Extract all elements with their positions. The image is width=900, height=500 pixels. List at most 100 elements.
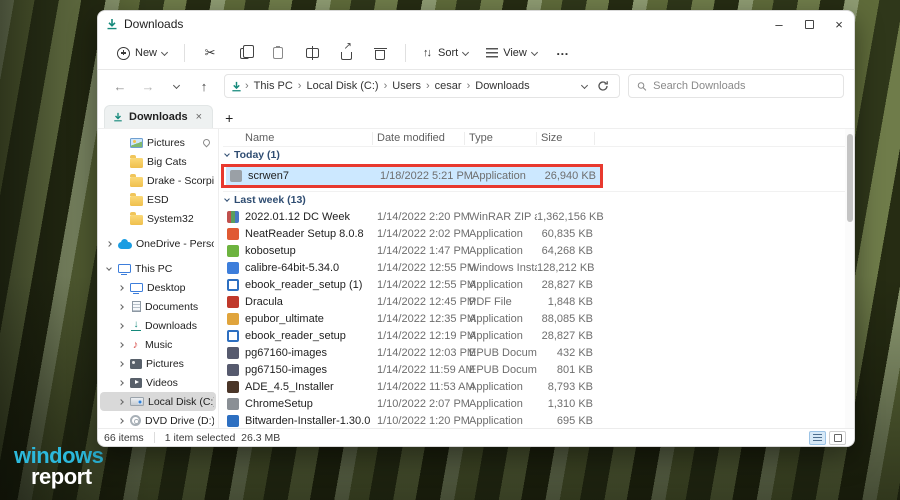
file-row-calibre-64bit-5-34-0[interactable]: calibre-64bit-5.34.01/14/2022 12:55 PMWi… [223,259,854,276]
file-row-pg67150-images[interactable]: pg67150-images1/14/2022 11:59 AMEPUB Doc… [223,361,854,378]
file-row-ebook-reader-setup[interactable]: ebook_reader_setup1/14/2022 12:19 PMAppl… [223,327,854,344]
large-icons-view-button[interactable] [829,431,846,445]
sidebar-item-dvd-drive-d-esd-iso[interactable]: DVD Drive (D:) ESD-ISO [100,411,216,428]
sidebar-item-music[interactable]: ♪Music [100,335,216,354]
cut-button[interactable]: ✂ [195,41,225,65]
file-row-bitwarden-installer-1-30-0[interactable]: Bitwarden-Installer-1.30.01/10/2022 1:20… [223,412,854,428]
column-header-name[interactable]: Name [223,132,373,145]
ebook-reader-app-icon [227,330,239,342]
large-icons-view-icon [834,434,842,442]
minimize-button[interactable]: – [764,11,794,37]
file-name: ADE_4.5_Installer [245,381,334,393]
sidebar-item-videos[interactable]: Videos [100,373,216,392]
file-date-modified: 1/14/2022 12:19 PM [373,330,465,342]
ade-installer-icon [227,381,239,393]
sort-button[interactable]: ↑↓ Sort [416,43,475,63]
chevron-down-icon[interactable] [104,268,114,270]
sidebar-item-desktop[interactable]: Desktop [100,278,216,297]
new-button[interactable]: New [110,43,174,64]
breadcrumb-item-downloads[interactable]: Downloads [471,78,533,94]
file-date-modified: 1/14/2022 12:35 PM [373,313,465,325]
chevron-down-icon [531,48,538,55]
chevron-right-icon[interactable] [116,362,126,366]
forward-button[interactable]: → [136,74,160,98]
local-disk-icon [130,397,144,406]
scrollbar-thumb[interactable] [847,134,853,222]
chevron-right-icon[interactable] [116,400,126,404]
column-header-date-modified[interactable]: ˆDate modified [373,132,465,145]
file-row-chromesetup[interactable]: ChromeSetup1/10/2022 2:07 PMApplication1… [223,395,854,412]
sidebar-item-esd[interactable]: ESD [100,190,216,209]
file-row-ebook-reader-setup-1[interactable]: ebook_reader_setup (1)1/14/2022 12:55 PM… [223,276,854,293]
file-type: Application [468,170,540,182]
file-date-modified: 1/10/2022 2:07 PM [373,398,465,410]
column-header-type[interactable]: Type [465,132,537,145]
back-button[interactable]: ← [108,74,132,98]
address-dropdown-icon[interactable] [581,81,588,88]
file-name: Dracula [245,296,283,308]
sidebar-item-pictures[interactable]: Pictures [100,133,216,152]
copy-button[interactable] [229,41,259,65]
pictures-dark-icon [130,359,142,369]
sidebar-item-downloads[interactable]: ↓Downloads [100,316,216,335]
scissors-icon: ✂ [205,45,216,61]
rename-button[interactable] [297,41,327,65]
recent-locations-button[interactable] [164,74,188,98]
file-row-dracula[interactable]: Dracula1/14/2022 12:45 PMPDF File1,848 K… [223,293,854,310]
breadcrumb-item-local-disk-c[interactable]: Local Disk (C:) [302,78,382,94]
column-header-size[interactable]: Size [537,132,595,145]
chevron-right-icon[interactable] [116,343,126,347]
refresh-icon[interactable] [597,80,609,92]
chevron-right-icon[interactable] [104,242,114,246]
details-view-button[interactable] [809,431,826,445]
chevron-right-icon[interactable] [116,419,126,423]
sidebar-item-label: Big Cats [147,156,187,168]
delete-button[interactable] [365,41,395,65]
breadcrumb-item-users[interactable]: Users [388,78,425,94]
file-row-pg67160-images[interactable]: pg67160-images1/14/2022 12:03 PMEPUB Doc… [223,344,854,361]
chevron-right-icon[interactable] [116,286,126,290]
rename-icon [306,48,319,58]
sidebar-item-system32[interactable]: System32 [100,209,216,228]
file-row-epubor-ultimate[interactable]: epubor_ultimate1/14/2022 12:35 PMApplica… [223,310,854,327]
sidebar-item-documents[interactable]: Documents [100,297,216,316]
tab-close-icon[interactable]: × [194,111,204,123]
search-box[interactable] [628,74,844,98]
file-row-scrwen7[interactable]: scrwen71/18/2022 5:21 PMApplication26,94… [226,167,600,185]
file-row-kobosetup[interactable]: kobosetup1/14/2022 1:47 PMApplication64,… [223,242,854,259]
file-size: 1,848 KB [537,296,595,308]
breadcrumb[interactable]: ›This PC›Local Disk (C:)›Users›cesar›Dow… [224,74,620,98]
share-button[interactable] [331,41,361,65]
folder-icon [130,158,143,168]
maximize-button[interactable] [794,11,824,37]
file-row-ade-4-5-installer[interactable]: ADE_4.5_Installer1/14/2022 11:53 AMAppli… [223,378,854,395]
sidebar-item-drake-scorpion-320[interactable]: Drake - Scorpion (320) [100,171,216,190]
sidebar-item-label: Local Disk (C:) [148,396,214,408]
vertical-scrollbar[interactable] [845,129,854,428]
close-button[interactable]: × [824,11,854,37]
view-button[interactable]: View [479,43,544,63]
chevron-right-icon[interactable] [116,381,126,385]
group-header-last-week-13[interactable]: Last week (13) [223,192,854,208]
more-options-button[interactable]: … [548,41,578,65]
paste-button[interactable] [263,41,293,65]
breadcrumb-item-this-pc[interactable]: This PC [250,78,297,94]
title-bar[interactable]: Downloads – × [98,11,854,37]
group-header-today-1[interactable]: Today (1) [223,147,854,163]
sidebar-item-big-cats[interactable]: Big Cats [100,152,216,171]
tab-downloads[interactable]: Downloads × [104,105,213,128]
sidebar-item-onedrive-personal[interactable]: OneDrive - Personal [100,234,216,253]
chevron-right-icon[interactable] [116,324,126,328]
breadcrumb-item-cesar[interactable]: cesar [431,78,466,94]
sidebar-item-this-pc[interactable]: This PC [100,259,216,278]
file-size: 432 KB [537,347,595,359]
new-tab-button[interactable]: + [219,110,239,128]
up-button[interactable]: ↑ [192,74,216,98]
search-input[interactable] [653,80,835,92]
sidebar-item-pictures[interactable]: Pictures [100,354,216,373]
chevron-right-icon[interactable] [116,305,126,309]
sidebar-item-local-disk-c[interactable]: Local Disk (C:) [100,392,216,411]
file-row-neatreader-setup-8-0-8[interactable]: NeatReader Setup 8.0.81/14/2022 2:02 PMA… [223,225,854,242]
downloads-icon: ↓ [131,320,141,331]
file-row-2022-01-12-dc-week[interactable]: 2022.01.12 DC Week1/14/2022 2:20 PMWinRA… [223,208,854,225]
